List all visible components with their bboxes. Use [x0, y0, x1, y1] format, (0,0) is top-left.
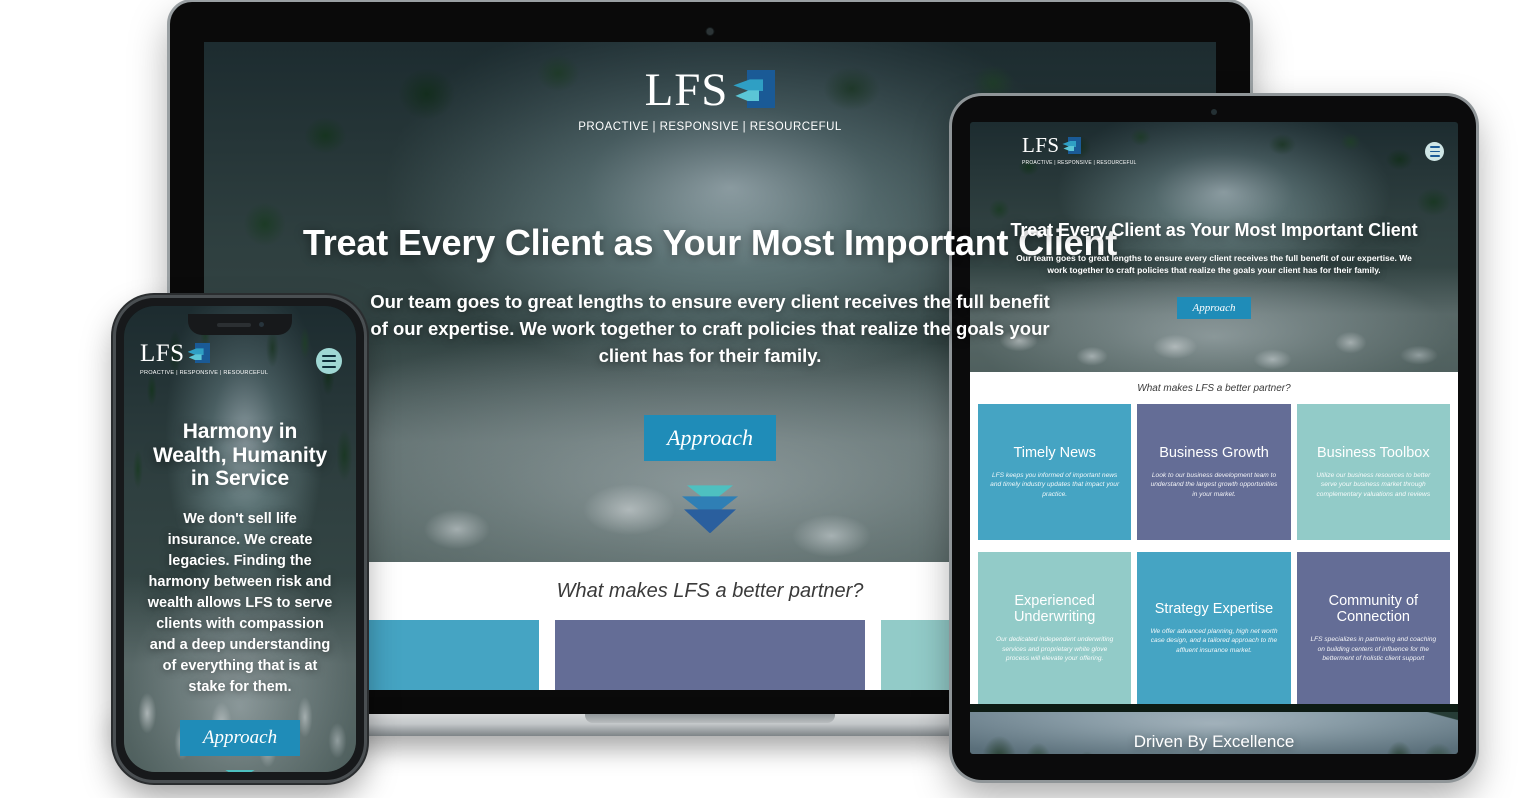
site-logo[interactable]: LFS PROACTIVE | RESPONSIVE | RESOURCEFUL [578, 64, 842, 133]
hamburger-menu-icon[interactable] [316, 348, 342, 374]
responsive-mockup-scene: LFS PROACTIVE | RESPONSIVE | RESOURCEFUL [0, 0, 1518, 798]
laptop-base-notch [585, 714, 835, 723]
feature-card-title: Strategy Expertise [1154, 601, 1274, 618]
chevron-down-icon[interactable] [679, 485, 741, 537]
feature-card-body: Utilize our business resources to better… [1316, 471, 1431, 498]
logo-wordmark: LFS [1022, 133, 1060, 157]
phone-site-view: LFS PROACTIVE | RESPONSIVE | RESOURCEFUL [124, 306, 356, 772]
hero-lead-text: We don't sell life insurance. We create … [147, 510, 333, 695]
feature-card-body: Our dedicated independent underwriting s… [996, 636, 1114, 662]
excellence-band: Driven By Excellence [970, 712, 1458, 754]
site-logo[interactable]: LFS PROACTIVE | RESPONSIVE | RESOURCEFUL [140, 340, 269, 376]
phone-camera-icon [258, 322, 264, 327]
phone-device-mockup: LFS PROACTIVE | RESPONSIVE | RESOURCEFUL [116, 298, 364, 780]
logo-tagline: PROACTIVE | RESPONSIVE | RESOURCEFUL [140, 369, 269, 376]
approach-button[interactable]: Approach [644, 415, 776, 462]
chevron-down-icon[interactable] [222, 769, 258, 772]
hero-heading: Treat Every Client as Your Most Importan… [1010, 220, 1418, 240]
feature-card-title: Business Toolbox [1317, 445, 1430, 462]
phone-notch [188, 314, 292, 335]
logo-wordmark: LFS [644, 64, 729, 116]
excellence-heading: Driven By Excellence [1133, 732, 1295, 751]
logo-arrow-icon [187, 343, 210, 364]
logo-tagline: PROACTIVE | RESPONSIVE | RESOURCEFUL [578, 120, 842, 133]
logo-tagline: PROACTIVE | RESPONSIVE | RESOURCEFUL [1022, 159, 1137, 166]
feature-card-title: Experienced Underwriting [1013, 592, 1096, 626]
phone-screen: LFS PROACTIVE | RESPONSIVE | RESOURCEFUL [124, 306, 356, 772]
hero-lead-text: Our team goes to great lengths to ensure… [1016, 253, 1412, 276]
hero-lead-text: Our team goes to great lengths to ensure… [370, 290, 1050, 366]
logo-arrow-icon [1062, 136, 1082, 155]
feature-card[interactable] [554, 620, 866, 690]
feature-card-body: We offer advanced planning, high net wor… [1150, 627, 1278, 654]
approach-button[interactable]: Approach [1177, 296, 1251, 319]
hero-heading: Harmony in Wealth, Humanity in Service [152, 420, 328, 491]
feature-card[interactable]: Business Toolbox Utilize our business re… [1296, 404, 1450, 540]
approach-button[interactable]: Approach [180, 719, 300, 756]
logo-arrow-icon [733, 70, 776, 110]
feature-card[interactable]: Community of Connection LFS specializes … [1296, 552, 1450, 704]
logo-wordmark: LFS [140, 340, 185, 367]
phone-hero-section: LFS PROACTIVE | RESPONSIVE | RESOURCEFUL [124, 306, 356, 772]
feature-card-title: Community of Connection [1328, 592, 1419, 626]
hamburger-menu-icon[interactable] [1425, 142, 1444, 161]
laptop-camera-icon [706, 28, 714, 35]
feature-card-body: LFS specializes in partnering and coachi… [1310, 636, 1437, 662]
phone-speaker-icon [216, 322, 251, 327]
feature-card[interactable]: Experienced Underwriting Our dedicated i… [978, 552, 1132, 704]
site-logo[interactable]: LFS PROACTIVE | RESPONSIVE | RESOURCEFUL [1022, 133, 1137, 166]
feature-card[interactable]: Strategy Expertise We offer advanced pla… [1137, 552, 1291, 704]
